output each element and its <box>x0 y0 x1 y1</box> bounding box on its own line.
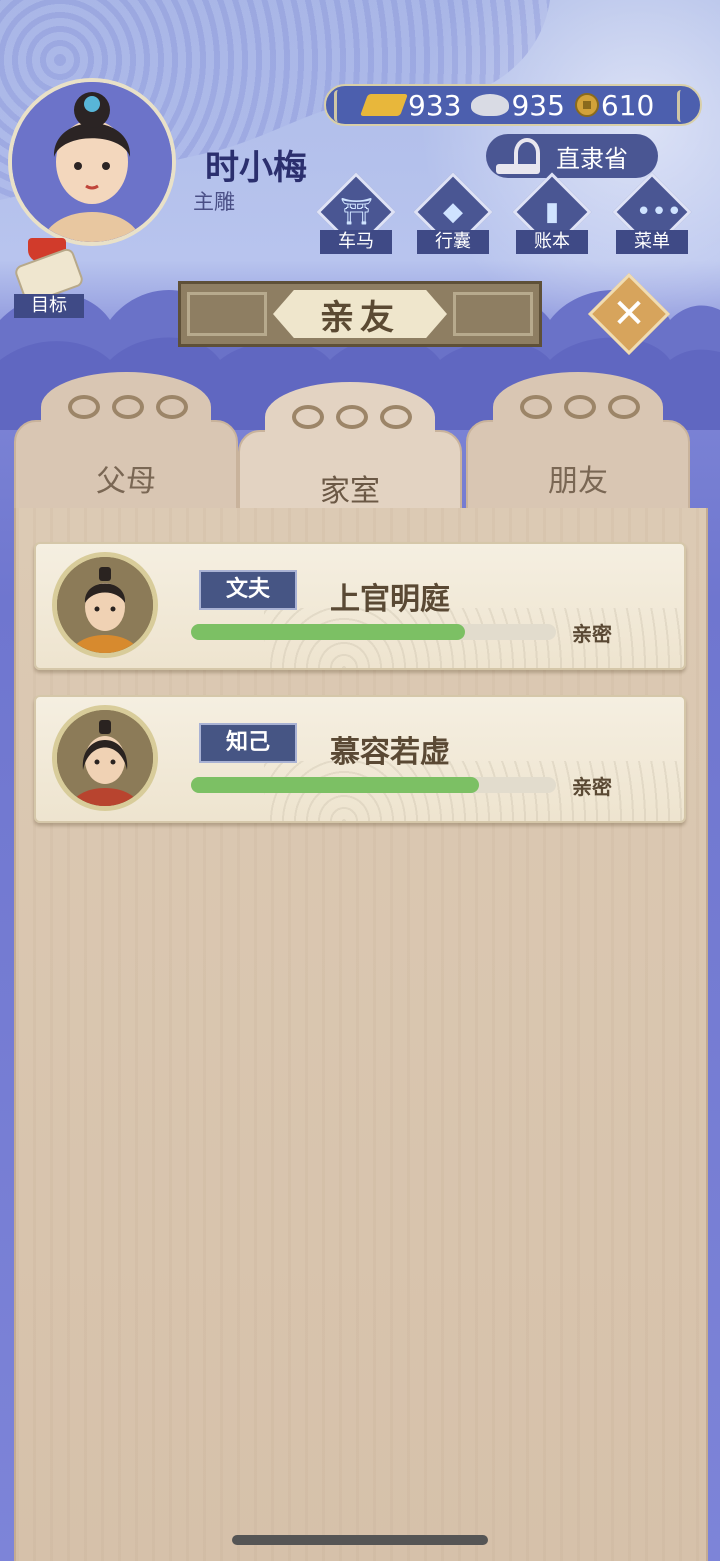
character-portrait-icon <box>57 710 153 806</box>
carriage-button[interactable]: ⛩ 车马 <box>316 172 396 258</box>
tab-family-label: 家室 <box>320 474 380 509</box>
cloud-ornament-icon <box>508 392 652 422</box>
player-avatar[interactable] <box>8 78 176 246</box>
intimacy-label: 亲密 <box>572 775 612 799</box>
coin-value: 610 <box>600 88 655 122</box>
role-badge: 文夫 <box>199 570 297 610</box>
bag-icon: ◆ <box>443 197 463 227</box>
ledger-label: 账本 <box>516 230 588 254</box>
silver-ingot-icon <box>471 94 510 116</box>
relation-card[interactable]: 文夫 上官明庭 亲密 <box>34 542 686 670</box>
husband-portrait[interactable] <box>52 552 158 658</box>
home-indicator[interactable] <box>232 1535 488 1545</box>
carriage-icon: ⛩ <box>340 197 374 227</box>
goal-label: 目标 <box>14 294 84 318</box>
character-name: 上官明庭 <box>330 582 450 617</box>
silver-value: 935 <box>511 88 565 122</box>
bamboo-right-icon <box>677 90 696 122</box>
tab-family[interactable]: 家室 <box>238 382 462 520</box>
intimacy-bar <box>191 777 556 793</box>
bag-button[interactable]: ◆ 行囊 <box>413 172 493 258</box>
ledger-button[interactable]: ▮ 账本 <box>512 172 592 258</box>
copper-coin-icon <box>574 93 599 117</box>
screen-title-plaque: 亲友 <box>178 281 542 347</box>
bag-label: 行囊 <box>417 230 489 254</box>
role-badge: 知己 <box>199 723 297 763</box>
character-name: 慕容若虚 <box>330 735 450 770</box>
gold-value: 933 <box>408 88 462 122</box>
tab-friends-label: 朋友 <box>548 464 608 499</box>
goal-button[interactable]: 目标 <box>10 238 90 318</box>
tab-parents-label: 父母 <box>96 464 156 499</box>
intimacy-label: 亲密 <box>572 622 612 646</box>
gold-bar-icon <box>359 94 409 116</box>
coin-amount[interactable]: 610 <box>574 88 655 122</box>
cloud-ornament-icon <box>280 402 424 432</box>
character-portrait-icon <box>57 557 153 653</box>
relation-card[interactable]: 知己 慕容若虚 亲密 <box>34 695 686 823</box>
tab-parents[interactable]: 父母 <box>14 372 238 516</box>
player-name: 时小梅 <box>205 148 307 188</box>
iron-icon <box>496 138 540 174</box>
menu-label: 菜单 <box>616 230 688 254</box>
confidant-portrait[interactable] <box>52 705 158 811</box>
intimacy-bar-fill <box>191 624 465 640</box>
cloud-ornament-icon <box>56 392 200 422</box>
screen-title: 亲友 <box>273 290 447 338</box>
player-title: 主雕 <box>193 190 235 214</box>
silver-amount[interactable]: 935 <box>471 88 565 122</box>
player-portrait-icon <box>12 82 172 242</box>
intimacy-bar-fill <box>191 777 480 793</box>
tab-friends[interactable]: 朋友 <box>466 372 690 516</box>
carriage-label: 车马 <box>320 230 392 254</box>
menu-button[interactable]: ••• 菜单 <box>612 172 692 258</box>
currency-bar: 933 935 610 <box>324 84 702 126</box>
bamboo-left-icon <box>334 90 353 122</box>
intimacy-bar <box>191 624 556 640</box>
close-icon[interactable]: ✕ <box>600 285 658 343</box>
region-label: 直隶省 <box>556 144 628 173</box>
more-icon: ••• <box>636 197 683 227</box>
region-button[interactable]: 直隶省 <box>486 134 658 178</box>
gold-amount[interactable]: 933 <box>359 88 462 122</box>
ledger-icon: ▮ <box>544 197 560 227</box>
